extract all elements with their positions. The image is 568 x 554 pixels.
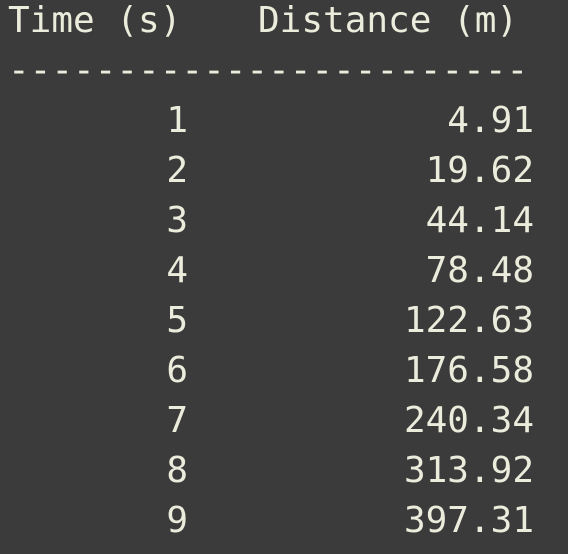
- time-value: 7: [166, 400, 188, 441]
- table-row: 1 4.91: [0, 96, 568, 146]
- distance-value: 240.34: [403, 400, 534, 441]
- distance-value: 4.91: [447, 100, 534, 141]
- column-header-time: Time (s): [8, 0, 182, 41]
- distance-value: 397.31: [403, 500, 534, 541]
- time-value: 6: [166, 350, 188, 391]
- time-value: 1: [166, 100, 188, 141]
- time-value: 9: [166, 500, 188, 541]
- table-row: 2 19.62: [0, 146, 568, 196]
- table-row: 4 78.48: [0, 246, 568, 296]
- terminal-output: Time (s) Distance (m) ------------------…: [0, 0, 568, 554]
- distance-value: 19.62: [425, 150, 534, 191]
- separator-line: ------------------------: [8, 50, 529, 91]
- table-row: 8 313.92: [0, 446, 568, 496]
- table-row: 9 397.31: [0, 496, 568, 546]
- time-value: 5: [166, 300, 188, 341]
- column-header-distance: Distance (m): [258, 0, 519, 41]
- time-value: 4: [166, 250, 188, 291]
- table-row: 3 44.14: [0, 196, 568, 246]
- distance-value: 176.58: [403, 350, 534, 391]
- table-row: 6 176.58: [0, 346, 568, 396]
- table-row: 7 240.34: [0, 396, 568, 446]
- time-value: 2: [166, 150, 188, 191]
- time-value: 8: [166, 450, 188, 491]
- distance-value: 122.63: [403, 300, 534, 341]
- time-value: 3: [166, 200, 188, 241]
- distance-value: 78.48: [425, 250, 534, 291]
- table-row: 5 122.63: [0, 296, 568, 346]
- distance-value: 44.14: [425, 200, 534, 241]
- distance-value: 313.92: [403, 450, 534, 491]
